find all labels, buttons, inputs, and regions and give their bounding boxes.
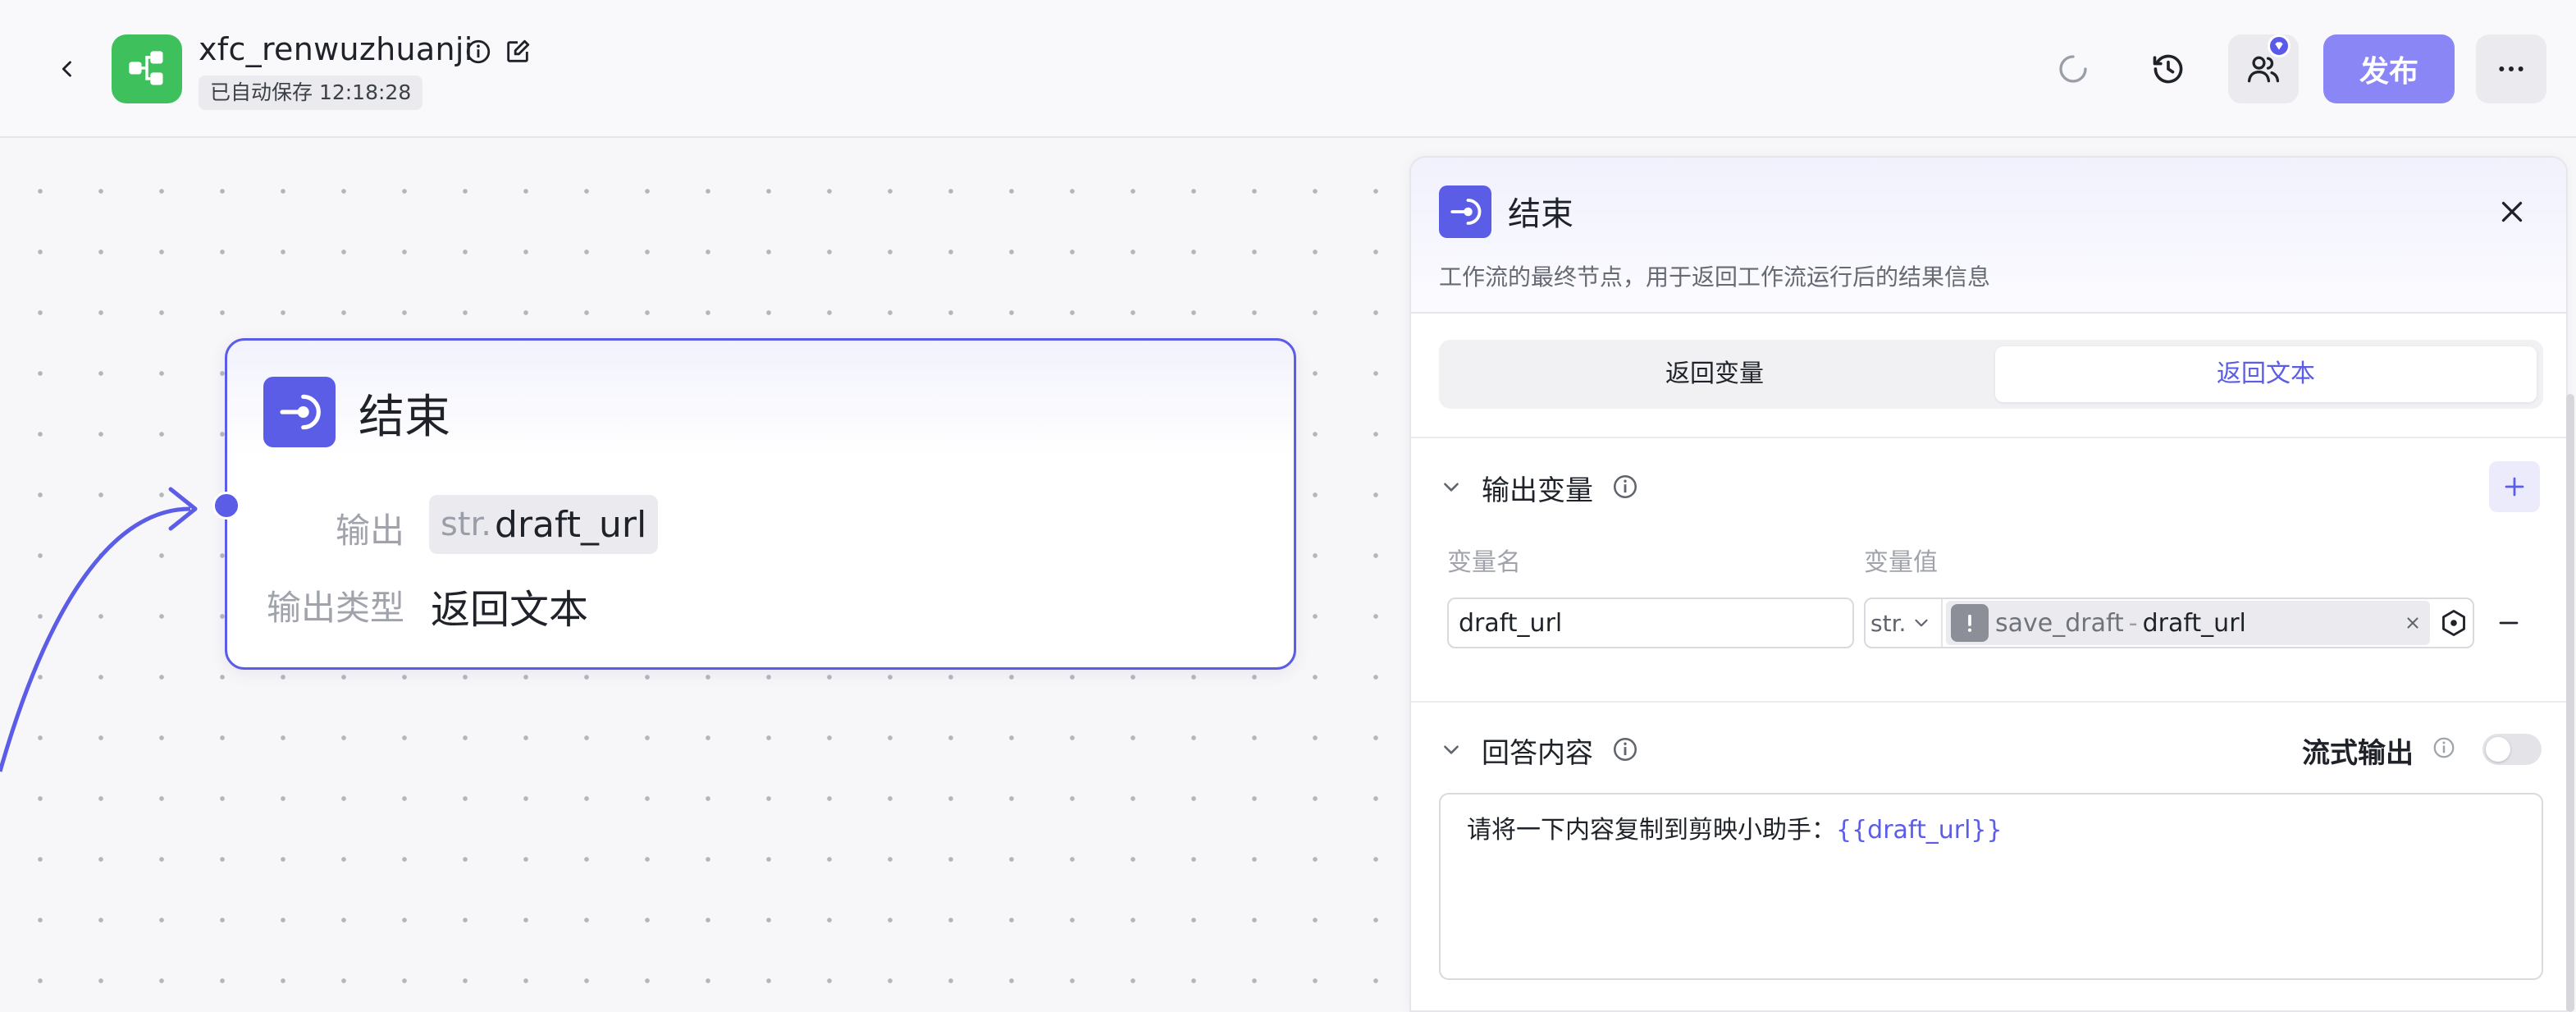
info-icon[interactable] xyxy=(1611,473,1639,501)
workflow-canvas[interactable]: 结束 输出 str. draft_url 输出类型 返回文本 xyxy=(0,140,1408,1012)
chevron-down-icon xyxy=(1915,619,1929,627)
more-options-button[interactable] xyxy=(2476,34,2546,103)
clear-reference-button[interactable] xyxy=(2399,609,2427,637)
node-output-tag: str. draft_url xyxy=(429,495,659,554)
app-title: xfc_renwuzhuanji xyxy=(199,31,473,67)
stream-output-label: 流式输出 xyxy=(2302,737,2414,770)
node-output-type-value: 返回文本 xyxy=(431,587,589,633)
panel-header: 结束 工作流的最终节点，用于返回工作流运行后的结果信息 xyxy=(1411,158,2566,314)
node-output-type: str. xyxy=(441,506,492,543)
answer-section-toggle[interactable] xyxy=(1437,735,1465,763)
variable-target-icon xyxy=(2442,610,2465,636)
answer-content-editor[interactable]: 请将一下内容复制到剪映小助手：{{draft_url}} xyxy=(1439,793,2543,980)
premium-badge-icon xyxy=(2268,34,2291,57)
output-section-toggle[interactable] xyxy=(1437,473,1465,501)
tab-return-text[interactable]: 返回文本 xyxy=(1995,346,2537,402)
info-icon[interactable] xyxy=(464,38,492,66)
section-divider xyxy=(1411,701,2566,703)
variable-name-input[interactable] xyxy=(1447,598,1854,648)
panel-description: 工作流的最终节点，用于返回工作流运行后的结果信息 xyxy=(1439,263,1991,291)
close-icon xyxy=(2407,617,2418,629)
end-icon xyxy=(280,394,321,430)
section-divider xyxy=(1411,437,2566,438)
node-output-label: 输出 xyxy=(335,511,404,551)
edit-icon[interactable] xyxy=(504,38,532,66)
history-button[interactable] xyxy=(2133,34,2204,103)
plus-icon xyxy=(2505,477,2524,497)
stream-output-toggle[interactable] xyxy=(2482,734,2542,765)
return-mode-switch: 返回变量 返回文本 xyxy=(1439,340,2543,409)
panel-title: 结束 xyxy=(1508,195,1573,233)
autosave-status: 已自动保存 12:18:28 xyxy=(199,76,423,110)
chevron-left-icon xyxy=(62,61,71,77)
node-title: 结束 xyxy=(359,391,450,444)
variable-value-field: str. save_draft - draft_url xyxy=(1864,598,2474,648)
toggle-knob xyxy=(2486,737,2510,762)
type-select[interactable]: str. xyxy=(1866,599,1943,647)
back-button[interactable] xyxy=(48,49,87,89)
add-variable-button[interactable] xyxy=(2489,461,2540,512)
node-output-type-label: 输出类型 xyxy=(266,588,404,628)
workflow-icon xyxy=(129,51,163,85)
output-section-title: 输出变量 xyxy=(1482,474,1593,507)
info-icon[interactable] xyxy=(2432,735,2456,760)
more-icon xyxy=(2499,66,2523,71)
history-icon xyxy=(2153,54,2183,84)
type-select-value: str. xyxy=(1870,609,1907,637)
ref-separator: - xyxy=(2128,608,2138,638)
top-header: xfc_renwuzhuanji 已自动保存 12:18:28 发布 xyxy=(0,0,2576,138)
variable-reference-chip[interactable]: save_draft - draft_url xyxy=(1946,601,2430,645)
column-variable-value: 变量值 xyxy=(1864,548,1938,577)
ref-variable-name: draft_url xyxy=(2142,608,2246,638)
collaborators-button[interactable] xyxy=(2228,34,2299,103)
close-panel-button[interactable] xyxy=(2491,190,2533,233)
close-icon xyxy=(2501,201,2523,222)
ref-node-name: save_draft xyxy=(1995,608,2124,638)
warning-icon xyxy=(1951,604,1989,642)
app-icon xyxy=(112,34,182,103)
chevron-down-icon xyxy=(1444,483,1459,492)
sync-status-button[interactable] xyxy=(2038,34,2108,103)
node-config-panel: 结束 工作流的最终节点，用于返回工作流运行后的结果信息 返回变量 返回文本 输出… xyxy=(1409,156,2568,1012)
variable-picker-button[interactable] xyxy=(2435,604,2473,642)
end-node-icon xyxy=(263,377,336,447)
tab-return-variable[interactable]: 返回变量 xyxy=(1444,346,1985,402)
column-variable-name: 变量名 xyxy=(1447,548,1521,577)
answer-variable: {{draft_url}} xyxy=(1836,816,2003,845)
remove-variable-button[interactable] xyxy=(2491,609,2527,637)
node-output-var: draft_url xyxy=(495,503,647,546)
answer-section-title: 回答内容 xyxy=(1482,737,1593,770)
answer-text: 请将一下内容复制到剪映小助手： xyxy=(1467,816,1836,845)
end-node[interactable]: 结束 输出 str. draft_url 输出类型 返回文本 xyxy=(212,338,1296,670)
end-icon xyxy=(1450,199,1482,225)
panel-node-icon xyxy=(1439,185,1491,238)
minus-icon xyxy=(2499,621,2519,625)
publish-button[interactable]: 发布 xyxy=(2323,34,2455,103)
panel-scrollbar[interactable] xyxy=(2566,394,2574,1012)
chevron-down-icon xyxy=(1444,745,1459,754)
info-icon[interactable] xyxy=(1611,735,1639,763)
loading-icon xyxy=(2059,55,2087,83)
